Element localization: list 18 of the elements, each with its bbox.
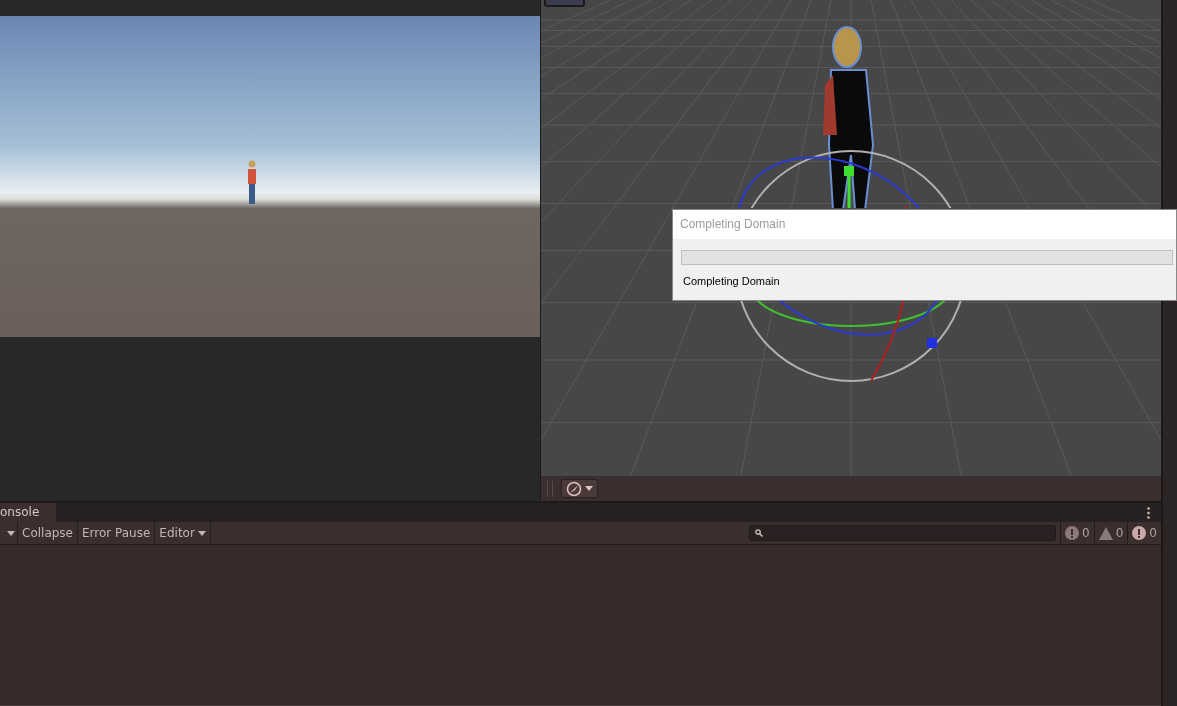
caret-icon [197, 530, 206, 536]
counter-toggle[interactable]: 0 [1060, 522, 1094, 544]
caret-icon [585, 486, 593, 491]
caret-icon [7, 530, 15, 536]
toolbar-grip[interactable] [547, 480, 553, 497]
gizmo-dropdown[interactable] [561, 479, 598, 498]
error-icon [1132, 526, 1147, 540]
warning-icon [1098, 526, 1113, 540]
info-icon [1065, 526, 1080, 540]
dialog-title: Completing Domain [673, 210, 1176, 239]
progress-message: Completing Domain [683, 275, 781, 287]
search-field[interactable] [749, 525, 1057, 541]
console-tab[interactable]: onsole [0, 503, 57, 522]
counter-toggle[interactable]: 0 [1093, 522, 1128, 544]
more-icon[interactable] [1146, 506, 1150, 519]
character-icon [246, 160, 258, 204]
compass-icon [566, 480, 582, 497]
search-icon [755, 529, 764, 537]
